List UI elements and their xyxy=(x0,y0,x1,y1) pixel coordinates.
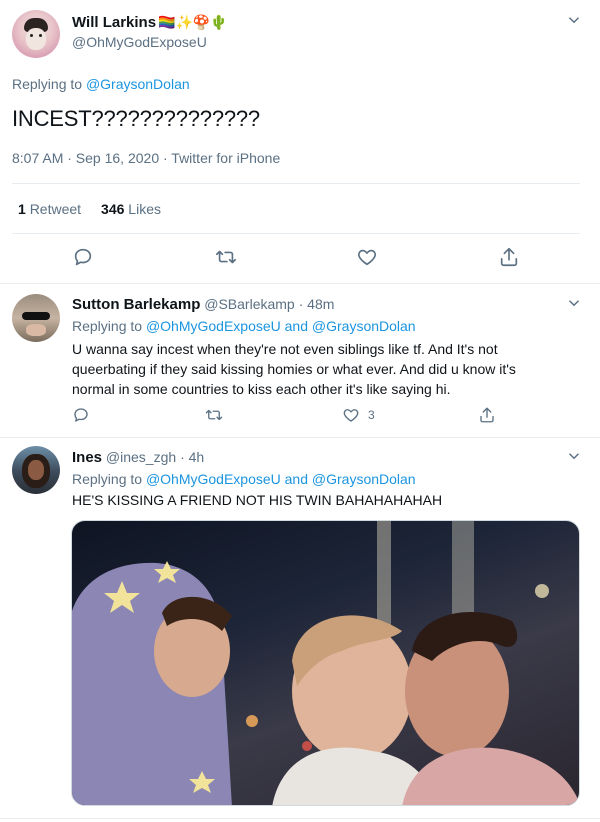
retweet-count: 1 xyxy=(18,201,26,217)
tweet-timestamp[interactable]: 8:07 AM · Sep 16, 2020 · Twitter for iPh… xyxy=(12,150,280,166)
reply1-like-count: 3 xyxy=(368,408,375,422)
reply2-text: HE'S KISSING A FRIEND NOT HIS TWIN BAHAH… xyxy=(72,492,443,508)
chevron-down-icon[interactable] xyxy=(565,11,583,29)
like-label: Likes xyxy=(128,201,161,217)
tweet-text: INCEST?????????????? xyxy=(12,106,260,131)
reply2-header: Ines @ines_zgh · 4h xyxy=(72,449,204,466)
replying-prefix: Replying to xyxy=(12,76,83,92)
reply-icon xyxy=(74,248,92,266)
chevron-down-icon[interactable] xyxy=(565,447,583,465)
retweet-icon xyxy=(205,409,223,421)
reply1-retweet-button[interactable] xyxy=(205,406,223,424)
photo-scene xyxy=(72,521,579,805)
share-button[interactable] xyxy=(498,246,520,268)
retweet-button[interactable] xyxy=(215,246,237,268)
retweet-stat[interactable]: 1 Retweet xyxy=(18,201,81,217)
reply1-replying-to: Replying to @OhMyGodExposeU and @Grayson… xyxy=(72,318,416,334)
reply1-text: U wanna say incest when they're not even… xyxy=(72,341,516,397)
reply2-time[interactable]: · 4h xyxy=(180,449,204,465)
like-stat[interactable]: 346 Likes xyxy=(101,201,161,217)
reply2-author-name[interactable]: Ines xyxy=(72,449,102,466)
reply1-replying-prefix: Replying to xyxy=(72,318,143,334)
reply-button[interactable] xyxy=(72,246,94,268)
like-count: 346 xyxy=(101,201,125,217)
share-icon xyxy=(500,247,518,267)
engagement-stats: 1 Retweet 346 Likes xyxy=(18,201,161,217)
author-name[interactable]: Will Larkins xyxy=(72,14,156,31)
retweet-icon xyxy=(216,250,236,264)
replying-to-link[interactable]: @GraysonDolan xyxy=(86,76,190,92)
avatar-ines[interactable] xyxy=(12,446,60,494)
retweet-label: Retweet xyxy=(29,201,82,217)
avatar-sutton-barlekamp[interactable] xyxy=(12,294,60,342)
reply-icon xyxy=(74,408,88,422)
reply1-author-name[interactable]: Sutton Barlekamp xyxy=(72,296,200,313)
share-icon xyxy=(480,407,494,423)
chevron-down-icon[interactable] xyxy=(565,294,583,312)
avatar-will-larkins[interactable] xyxy=(12,10,60,58)
author-emojis: 🏳️‍🌈✨🍄🌵 xyxy=(158,14,228,30)
reply1-time[interactable]: · 48m xyxy=(299,296,335,312)
like-icon xyxy=(343,409,359,422)
reply1-author-handle[interactable]: @SBarlekamp xyxy=(204,296,294,312)
reply2-replying-prefix: Replying to xyxy=(72,471,143,487)
reply1-header: Sutton Barlekamp @SBarlekamp · 48m xyxy=(72,296,334,313)
reply1-like-button[interactable]: 3 xyxy=(342,406,375,424)
reply2-replying-to: Replying to @OhMyGodExposeU and @Grayson… xyxy=(72,471,416,487)
like-button[interactable] xyxy=(356,246,378,268)
reply1-share-button[interactable] xyxy=(478,406,496,424)
reply2-author-handle[interactable]: @ines_zgh xyxy=(106,449,176,465)
like-icon xyxy=(358,249,376,266)
replying-to-line: Replying to @GraysonDolan xyxy=(12,76,190,92)
author-handle[interactable]: @OhMyGodExposeU xyxy=(72,34,207,50)
reply2-photo[interactable] xyxy=(71,520,580,806)
reply1-replying-to-link[interactable]: @OhMyGodExposeU and @GraysonDolan xyxy=(146,318,416,334)
reply1-reply-button[interactable] xyxy=(72,406,90,424)
reply2-replying-to-link[interactable]: @OhMyGodExposeU and @GraysonDolan xyxy=(146,471,416,487)
